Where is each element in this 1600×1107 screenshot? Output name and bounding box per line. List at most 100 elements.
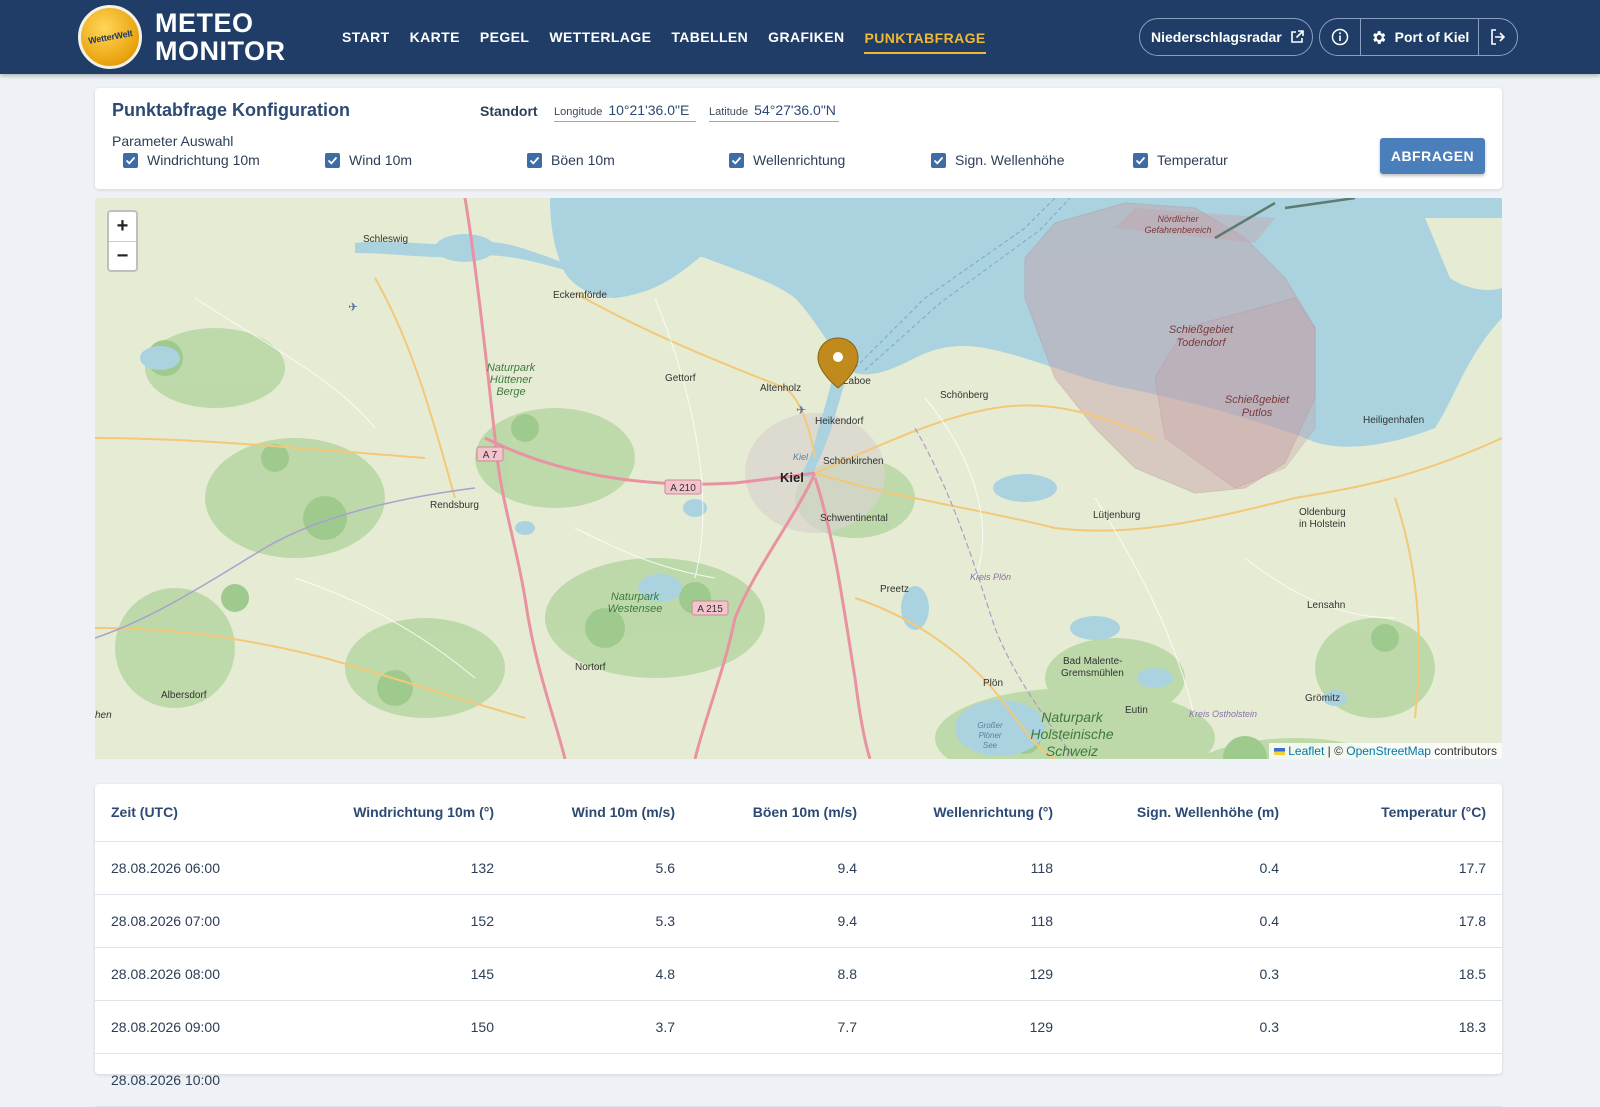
map-view[interactable]: Schleswig Eckernförde Gettorf Altenholz … — [95, 198, 1502, 759]
map-label-hen: hen — [95, 710, 112, 721]
latitude-label: Latitude — [709, 106, 749, 118]
checkbox-checked-icon — [1133, 152, 1148, 168]
map-label-a215: A 215 — [697, 604, 723, 615]
nav-karte[interactable]: KARTE — [410, 25, 460, 49]
zoom-control: + − — [107, 210, 138, 272]
brand-title[interactable]: METEO MONITOR — [155, 10, 286, 66]
map-label-a210: A 210 — [670, 483, 696, 494]
checkbox-checked-icon — [931, 152, 946, 168]
punktabfrage-config-card: Punktabfrage Konfiguration Standort Long… — [95, 88, 1502, 189]
map-label-nortorf: Nortorf — [575, 662, 606, 673]
checkbox-boeen[interactable]: Böen 10m — [527, 152, 615, 168]
checkbox-checked-icon — [729, 152, 744, 168]
port-settings-button[interactable]: Port of Kiel — [1361, 19, 1479, 55]
nav-start[interactable]: START — [342, 25, 390, 49]
map-label-westensee-2: Westensee — [608, 603, 663, 615]
app-header: WetterWelt METEO MONITOR START KARTE PEG… — [0, 0, 1600, 74]
gear-icon — [1372, 30, 1385, 44]
external-link-icon — [1290, 30, 1304, 43]
niederschlagsradar-label: Niederschlagsradar — [1151, 29, 1282, 45]
checkbox-checked-icon — [527, 152, 542, 168]
parameter-checkboxes: Windrichtung 10m Wind 10m Böen 10m Welle… — [123, 152, 1323, 172]
nav-punktabfrage[interactable]: PUNKTABFRAGE — [864, 26, 986, 54]
nav-wetterlage[interactable]: WETTERLAGE — [549, 25, 651, 49]
map-label-gettorf: Gettorf — [665, 373, 696, 384]
abfragen-button[interactable]: ABFRAGEN — [1380, 138, 1485, 174]
map-attribution: Leaflet | © OpenStreetMap contributors — [1269, 743, 1502, 759]
checkbox-wind[interactable]: Wind 10m — [325, 152, 412, 168]
logout-button[interactable] — [1479, 19, 1517, 55]
map-label-westensee-1: Naturpark — [611, 591, 660, 603]
nav-tabellen[interactable]: TABELLEN — [671, 25, 748, 49]
map-label-heiligenhafen: Heiligenhafen — [1363, 415, 1424, 426]
zoom-in-button[interactable]: + — [109, 212, 136, 241]
checkbox-wellenhoehe[interactable]: Sign. Wellenhöhe — [931, 152, 1064, 168]
map-label-badmalente-2: Gremsmühlen — [1061, 668, 1124, 679]
cell-boeen — [691, 1053, 873, 1107]
map-label-putlos-1: Schießgebiet — [1225, 394, 1290, 406]
map-label-oldenburg-1: Oldenburg — [1299, 507, 1346, 518]
map-label-nord-2: Gefahrenbereich — [1144, 225, 1211, 235]
map-label-todendorf-1: Schießgebiet — [1169, 324, 1234, 336]
info-icon — [1331, 28, 1349, 46]
leaflet-link[interactable]: Leaflet — [1288, 744, 1324, 758]
cell-boeen: 9.4 — [691, 841, 873, 895]
map-label-albersdorf: Albersdorf — [161, 690, 207, 701]
cell-wellenrichtung: 129 — [873, 947, 1069, 1001]
cell-wind — [510, 1053, 691, 1107]
cell-temperatur: 17.7 — [1295, 841, 1502, 895]
col-boeen[interactable]: Böen 10m (m/s) — [691, 784, 873, 842]
parameter-auswahl-label: Parameter Auswahl — [112, 133, 234, 149]
cell-wellenrichtung: 118 — [873, 841, 1069, 895]
latitude-value: 54°27'36.0"N — [754, 102, 836, 118]
nav-grafiken[interactable]: GRAFIKEN — [768, 25, 844, 49]
cell-temperatur: 18.5 — [1295, 947, 1502, 1001]
longitude-value: 10°21'36.0"E — [608, 102, 690, 118]
niederschlagsradar-button[interactable]: Niederschlagsradar — [1139, 18, 1313, 56]
checkbox-wellenrichtung[interactable]: Wellenrichtung — [729, 152, 845, 168]
wetterwelt-logo[interactable]: WetterWelt — [78, 5, 142, 69]
map-label-putlos-2: Putlos — [1242, 407, 1273, 419]
col-zeit[interactable]: Zeit (UTC) — [95, 784, 285, 842]
info-button[interactable] — [1320, 19, 1361, 55]
cell-wellenrichtung: 118 — [873, 894, 1069, 948]
map-label-ostholstein: Kreis Ostholstein — [1189, 709, 1257, 719]
cell-wellenhoehe: 0.3 — [1069, 947, 1295, 1001]
map-tiles[interactable]: Schleswig Eckernförde Gettorf Altenholz … — [95, 198, 1502, 759]
attribution-separator: | © — [1324, 744, 1347, 758]
map-label-grosser-3: See — [983, 741, 998, 750]
cell-boeen: 8.8 — [691, 947, 873, 1001]
latitude-field[interactable]: Latitude 54°27'36.0"N — [709, 102, 839, 122]
ukraine-flag-icon — [1274, 748, 1286, 756]
checkbox-windrichtung[interactable]: Windrichtung 10m — [123, 152, 260, 168]
logout-icon — [1491, 29, 1506, 45]
map-label-oldenburg-2: in Holstein — [1299, 519, 1346, 530]
table-row: 28.08.2026 08:00 145 4.8 8.8 129 0.3 18.… — [95, 947, 1502, 1001]
col-windrichtung[interactable]: Windrichtung 10m (°) — [285, 784, 510, 842]
brand-line-2: MONITOR — [155, 36, 286, 66]
col-wellenhoehe[interactable]: Sign. Wellenhöhe (m) — [1069, 784, 1295, 842]
table-row: 28.08.2026 10:00 — [95, 1053, 1502, 1107]
longitude-label: Longitude — [554, 106, 603, 118]
map-label-lensahn: Lensahn — [1307, 600, 1345, 611]
zoom-out-button[interactable]: − — [109, 241, 136, 270]
cell-wellenhoehe — [1069, 1053, 1295, 1107]
map-label-holst-2: Holsteinische — [1030, 726, 1113, 742]
openstreetmap-link[interactable]: OpenStreetMap — [1346, 744, 1431, 758]
map-label-holst-3: Schweiz — [1046, 743, 1098, 759]
nav-pegel[interactable]: PEGEL — [480, 25, 529, 49]
col-wind[interactable]: Wind 10m (m/s) — [510, 784, 691, 842]
cell-temperatur: 18.3 — [1295, 1000, 1502, 1054]
map-label-huetten-3: Berge — [496, 386, 525, 398]
checkbox-checked-icon — [325, 152, 340, 168]
checkbox-temperatur[interactable]: Temperatur — [1133, 152, 1228, 168]
longitude-field[interactable]: Longitude 10°21'36.0"E — [554, 102, 696, 122]
cell-zeit: 28.08.2026 09:00 — [95, 1000, 285, 1054]
cell-boeen: 9.4 — [691, 894, 873, 948]
map-label-schleswig: Schleswig — [363, 234, 408, 245]
config-title: Punktabfrage Konfiguration — [112, 100, 350, 120]
col-wellenrichtung[interactable]: Wellenrichtung (°) — [873, 784, 1069, 842]
table-row: 28.08.2026 09:00 150 3.7 7.7 129 0.3 18.… — [95, 1000, 1502, 1054]
cell-zeit: 28.08.2026 06:00 — [95, 841, 285, 895]
col-temperatur[interactable]: Temperatur (°C) — [1295, 784, 1502, 842]
